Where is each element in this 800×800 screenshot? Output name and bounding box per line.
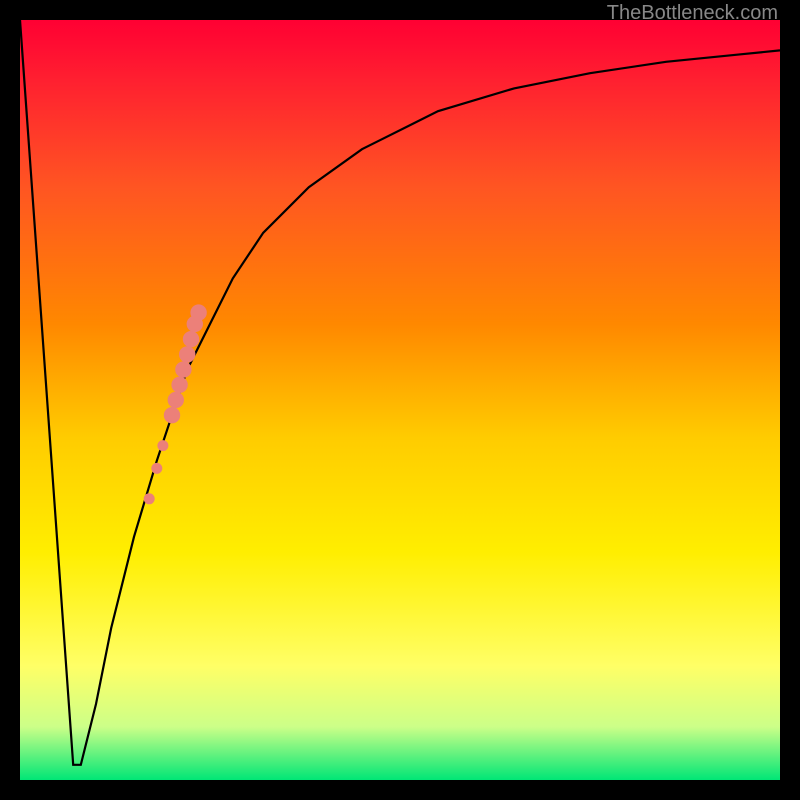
chart-svg: [20, 20, 780, 780]
watermark-text: TheBottleneck.com: [607, 2, 778, 25]
marker-dot: [179, 346, 195, 362]
marker-dot: [164, 407, 180, 423]
marker-dot: [183, 331, 199, 347]
marker-dot: [151, 463, 162, 474]
marker-dot: [171, 377, 187, 393]
curve-group: [20, 20, 780, 765]
marker-dot: [157, 440, 168, 451]
chart-container: TheBottleneck.com: [0, 0, 800, 800]
marker-dot: [190, 304, 206, 320]
marker-dot: [168, 392, 184, 408]
bottleneck-curve: [20, 20, 780, 765]
marker-dot: [175, 361, 191, 377]
marker-dot: [144, 493, 155, 504]
